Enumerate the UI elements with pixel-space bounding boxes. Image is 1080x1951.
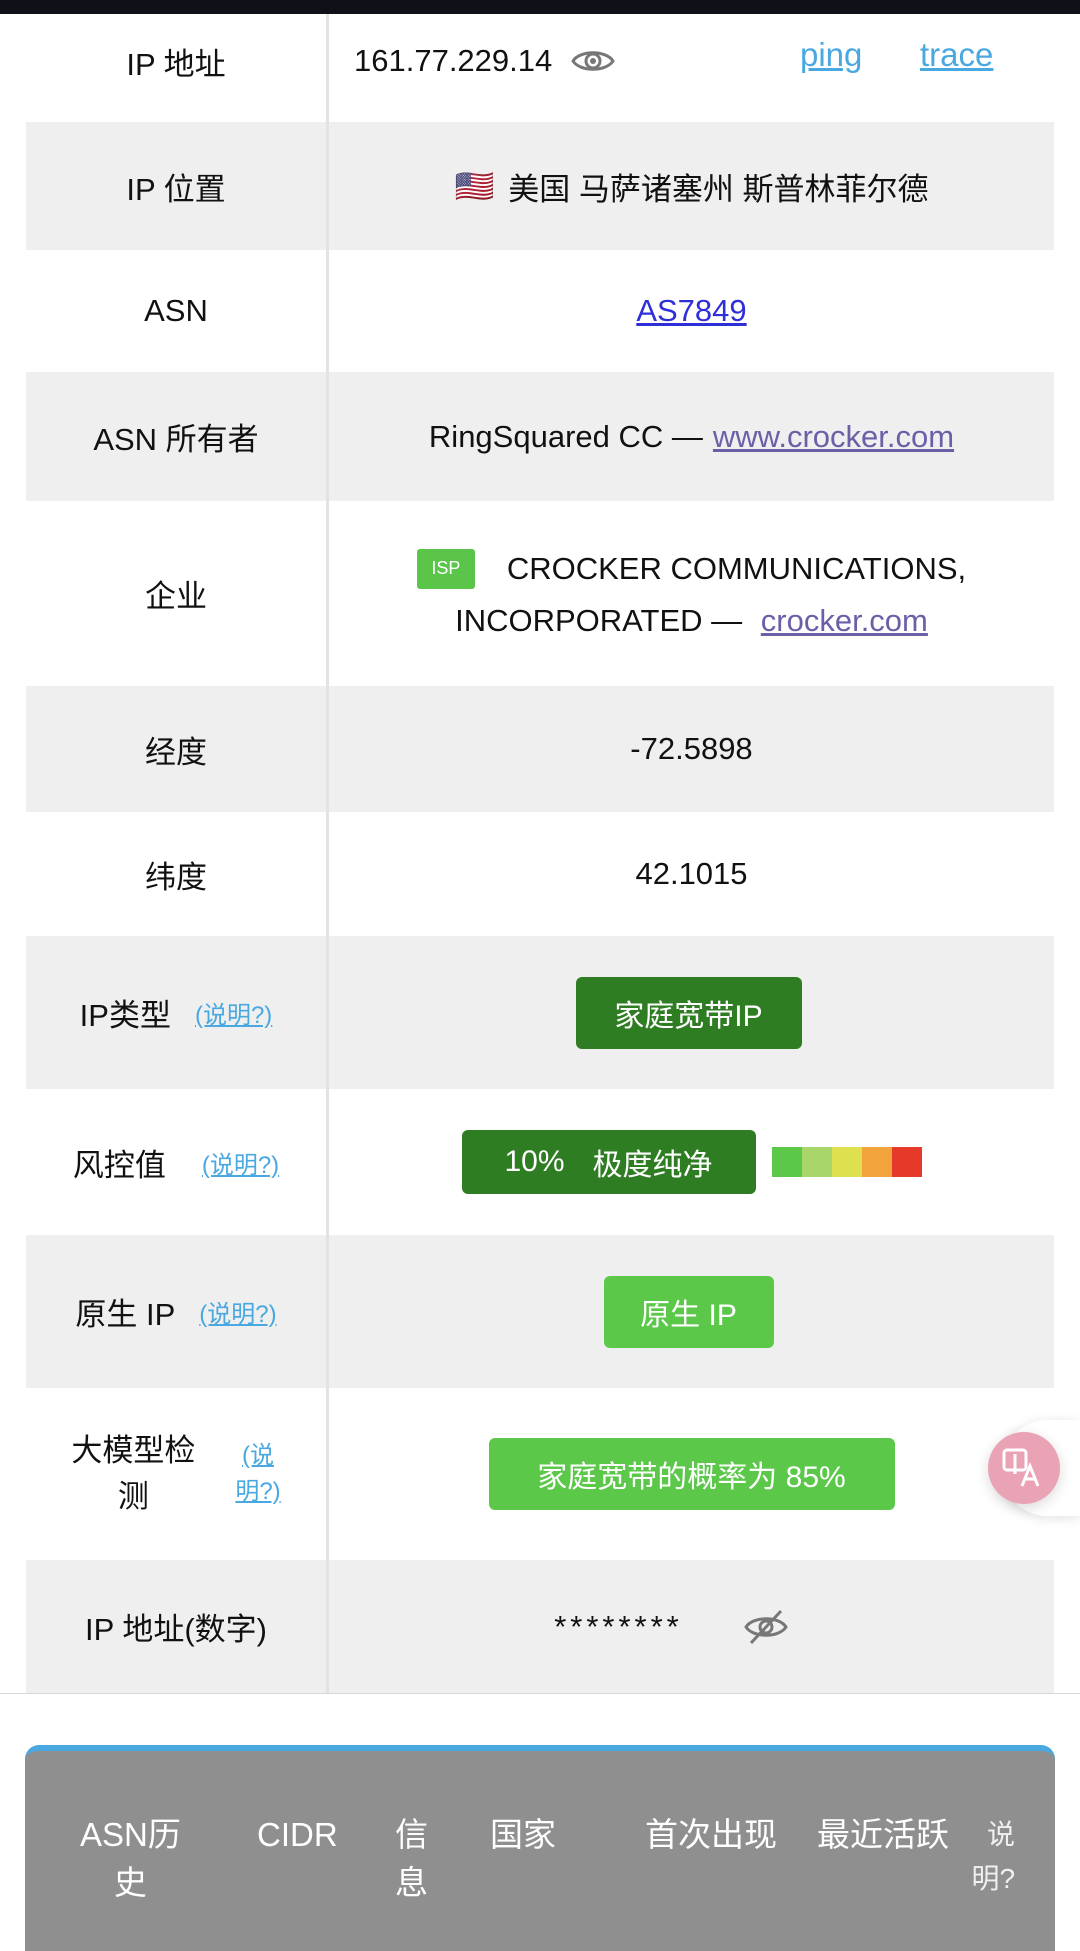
ip-location-label: IP 位置 [26, 122, 329, 250]
asn-owner-cell: RingSquared CC — www.crocker.com [329, 372, 1054, 501]
asn-owner-name: RingSquared CC — [428, 418, 703, 454]
llm-result-badge: 家庭宽带的概率为 85% [488, 1438, 895, 1510]
col-info: 信 息 [395, 1811, 428, 1907]
col-note-line1: 说 [987, 1819, 1016, 1850]
row-ip-type: IP类型 (说明?) 家庭宽带IP [0, 936, 1080, 1089]
risk-scale-bar [771, 1147, 922, 1177]
ip-numeric-label: IP 地址(数字) [26, 1560, 329, 1693]
ip-address-cell: 161.77.229.14 ping trace [329, 0, 1054, 122]
llm-cell: 家庭宽带的概率为 85% [329, 1388, 1054, 1560]
eye-icon[interactable] [570, 45, 616, 77]
ip-type-label-cell: IP类型 (说明?) [26, 936, 329, 1089]
asn-history-table-header: ASN历 史 CIDR 信 息 国家 首次出现 最近活跃 说 明? [25, 1745, 1055, 1951]
risk-scale-segment [891, 1147, 922, 1177]
row-ip-address: IP 地址 161.77.229.14 ping trace [0, 0, 1080, 122]
eye-off-icon[interactable] [743, 1607, 789, 1647]
risk-help-link[interactable]: (说明?) [202, 1145, 279, 1180]
risk-label-cell: 风控值 (说明?) [26, 1089, 329, 1235]
longitude-label: 经度 [26, 686, 329, 812]
risk-scale-segment [861, 1147, 892, 1177]
llm-help-line1[interactable]: (说 [235, 1438, 280, 1474]
risk-scale-segment [801, 1147, 832, 1177]
company-cell: ISP CROCKER COMMUNICATIONS, INCORPORATED… [329, 501, 1054, 686]
risk-scale-segment [831, 1147, 862, 1177]
asn-owner-website-link[interactable]: www.crocker.com [713, 419, 954, 455]
isp-badge: ISP [416, 548, 475, 589]
row-longitude: 经度 -72.5898 [0, 686, 1080, 812]
latitude-value: 42.1015 [635, 856, 748, 891]
ip-numeric-cell: ******** [329, 1560, 1054, 1693]
latitude-label: 纬度 [26, 812, 329, 936]
row-risk-score: 风控值 (说明?) 10% 极度纯净 [0, 1089, 1080, 1235]
ip-numeric-masked: ******** [554, 1608, 683, 1644]
col-note-line2: 明? [971, 1863, 1016, 1894]
llm-help-link[interactable]: (说 明?) [235, 1438, 280, 1510]
col-first-seen: 首次出现 [645, 1816, 777, 1853]
row-llm-detection: 大模型检 测 (说 明?) 家庭宽带的概率为 85% [0, 1388, 1080, 1560]
ip-address-label: IP 地址 [26, 0, 329, 122]
company-name-line1: CROCKER COMMUNICATIONS, [506, 550, 967, 586]
asn-link[interactable]: AS7849 [636, 293, 746, 329]
col-note: 说 明? [887, 1813, 1015, 1901]
row-latitude: 纬度 42.1015 [0, 812, 1080, 936]
native-ip-help-link[interactable]: (说明?) [199, 1294, 276, 1329]
us-flag-icon: 🇺🇸 [454, 168, 495, 204]
col-info-line1: 信 [395, 1816, 428, 1853]
row-asn-owner: ASN 所有者 RingSquared CC — www.crocker.com [0, 372, 1080, 501]
risk-cell: 10% 极度纯净 [329, 1089, 1054, 1235]
ping-link[interactable]: ping [800, 36, 862, 74]
ip-location-value: 美国 马萨诸塞州 斯普林菲尔德 [508, 171, 929, 207]
native-ip-cell: 原生 IP [329, 1235, 1054, 1388]
col-asn-history-line2: 史 [113, 1864, 147, 1901]
trace-link[interactable]: trace [920, 36, 993, 74]
row-company: 企业 ISP CROCKER COMMUNICATIONS, INCORPORA… [0, 501, 1080, 686]
asn-cell: AS7849 [329, 250, 1054, 372]
col-asn-history-line1: ASN历 [80, 1816, 181, 1853]
native-ip-label: 原生 IP [75, 1297, 176, 1332]
status-bar [0, 0, 1080, 14]
ip-location-cell: 🇺🇸 美国 马萨诸塞州 斯普林菲尔德 [329, 122, 1054, 250]
col-asn-history: ASN历 史 [80, 1811, 181, 1907]
row-asn: ASN AS7849 [0, 250, 1080, 372]
row-native-ip: 原生 IP (说明?) 原生 IP [0, 1235, 1080, 1388]
risk-badge: 10% 极度纯净 [461, 1130, 756, 1194]
ip-type-badge: 家庭宽带IP [575, 976, 802, 1049]
company-website-link[interactable]: crocker.com [761, 603, 928, 638]
risk-percent: 10% [504, 1145, 565, 1178]
native-ip-badge: 原生 IP [603, 1275, 774, 1348]
llm-label-cell: 大模型检 测 (说 明?) [26, 1388, 329, 1560]
ip-address-value: 161.77.229.14 [354, 43, 553, 78]
row-ip-numeric: IP 地址(数字) ******** [0, 1560, 1080, 1693]
ip-type-cell: 家庭宽带IP [329, 936, 1054, 1089]
translate-icon[interactable] [988, 1432, 1060, 1504]
risk-scale-segment [771, 1147, 802, 1177]
asn-owner-label: ASN 所有者 [26, 372, 329, 501]
ip-type-label: IP类型 [79, 998, 171, 1033]
risk-level: 极度纯净 [592, 1149, 713, 1182]
company-label: 企业 [26, 501, 329, 686]
ip-type-help-link[interactable]: (说明?) [195, 995, 272, 1030]
longitude-value: -72.5898 [329, 686, 1054, 812]
llm-label-line1: 大模型检 [71, 1433, 196, 1468]
asn-label: ASN [26, 250, 329, 372]
ip-info-table: IP 地址 161.77.229.14 ping trace IP 位置 🇺🇸 … [0, 0, 1080, 1694]
native-ip-label-cell: 原生 IP (说明?) [26, 1235, 329, 1388]
col-info-line2: 息 [395, 1864, 428, 1901]
llm-label: 大模型检 测 [71, 1428, 195, 1520]
col-country: 国家 [490, 1816, 556, 1853]
col-cidr: CIDR [257, 1816, 338, 1853]
llm-label-line2: 测 [117, 1479, 149, 1514]
llm-help-line2[interactable]: 明?) [235, 1474, 280, 1510]
row-ip-location: IP 位置 🇺🇸 美国 马萨诸塞州 斯普林菲尔德 [0, 122, 1080, 250]
risk-label: 风控值 [72, 1147, 166, 1183]
company-name-line2: INCORPORATED — [455, 602, 743, 638]
